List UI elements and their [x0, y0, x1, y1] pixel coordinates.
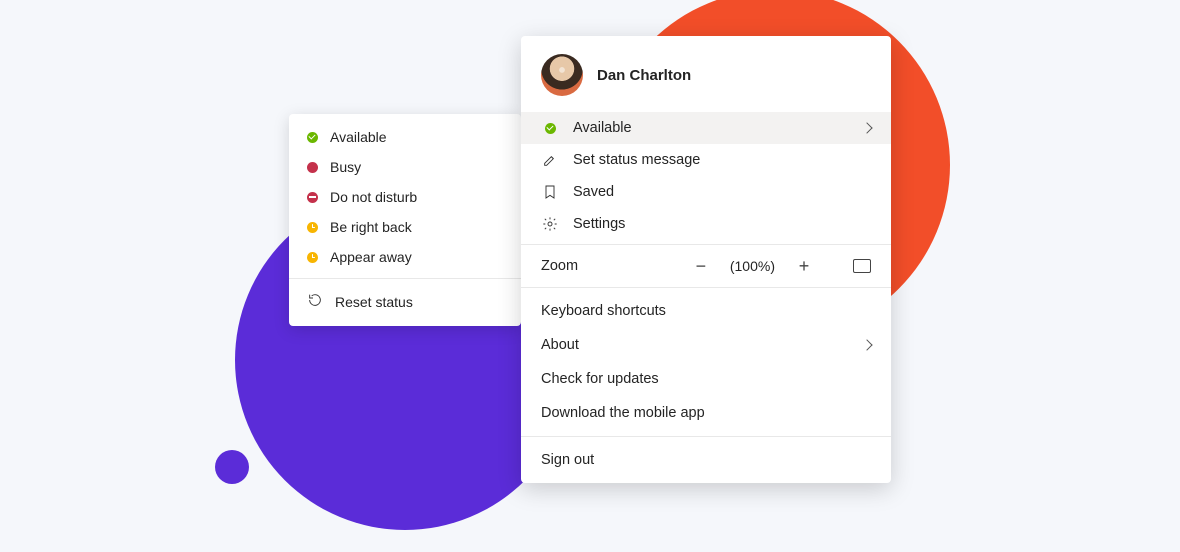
dnd-icon [307, 192, 318, 203]
reset-status-button[interactable]: Reset status [289, 285, 521, 318]
reset-icon [307, 292, 323, 311]
keyboard-shortcuts-row[interactable]: Keyboard shortcuts [521, 294, 891, 328]
user-name: Dan Charlton [597, 67, 691, 84]
profile-menu: Dan Charlton Available Set status messag… [521, 36, 891, 483]
chevron-right-icon [861, 122, 872, 133]
status-option-dnd[interactable]: Do not disturb [289, 182, 521, 212]
status-option-brb[interactable]: Be right back [289, 212, 521, 242]
reset-status-label: Reset status [335, 294, 413, 310]
sign-out-row[interactable]: Sign out [521, 443, 891, 477]
about-row[interactable]: About [521, 328, 891, 362]
clock-icon [307, 252, 318, 263]
status-option-label: Busy [330, 159, 361, 175]
check-updates-label: Check for updates [541, 371, 659, 387]
status-option-busy[interactable]: Busy [289, 152, 521, 182]
settings-label: Settings [573, 216, 625, 232]
status-option-label: Available [330, 129, 387, 145]
bookmark-icon [541, 184, 559, 200]
status-option-available[interactable]: Available [289, 122, 521, 152]
fullscreen-icon[interactable] [853, 259, 871, 273]
check-updates-row[interactable]: Check for updates [521, 362, 891, 396]
status-option-label: Be right back [330, 219, 412, 235]
saved-row[interactable]: Saved [521, 176, 891, 208]
status-row[interactable]: Available [521, 112, 891, 144]
available-icon [307, 132, 318, 143]
saved-label: Saved [573, 184, 614, 200]
status-option-label: Do not disturb [330, 189, 417, 205]
gear-icon [541, 216, 559, 232]
settings-row[interactable]: Settings [521, 208, 891, 244]
status-option-away[interactable]: Appear away [289, 242, 521, 272]
set-status-message-row[interactable]: Set status message [521, 144, 891, 176]
avatar [541, 54, 583, 96]
status-submenu: Available Busy Do not disturb Be right b… [289, 114, 521, 326]
zoom-in-button[interactable]: + [793, 257, 815, 275]
status-label: Available [573, 120, 632, 136]
download-mobile-label: Download the mobile app [541, 405, 705, 421]
zoom-value: (100%) [730, 258, 775, 274]
keyboard-shortcuts-label: Keyboard shortcuts [541, 303, 666, 319]
zoom-row: Zoom − (100%) + [521, 245, 891, 287]
about-label: About [541, 337, 579, 353]
divider [289, 278, 521, 279]
sign-out-label: Sign out [541, 452, 594, 468]
edit-icon [541, 152, 559, 168]
decorative-circle-small [215, 450, 249, 484]
download-mobile-row[interactable]: Download the mobile app [521, 396, 891, 430]
set-status-message-label: Set status message [573, 152, 700, 168]
profile-header: Dan Charlton [521, 36, 891, 112]
available-icon [541, 123, 559, 134]
clock-icon [307, 222, 318, 233]
zoom-out-button[interactable]: − [690, 257, 712, 275]
status-option-label: Appear away [330, 249, 412, 265]
chevron-right-icon [861, 339, 872, 350]
busy-icon [307, 162, 318, 173]
zoom-label: Zoom [541, 258, 578, 274]
